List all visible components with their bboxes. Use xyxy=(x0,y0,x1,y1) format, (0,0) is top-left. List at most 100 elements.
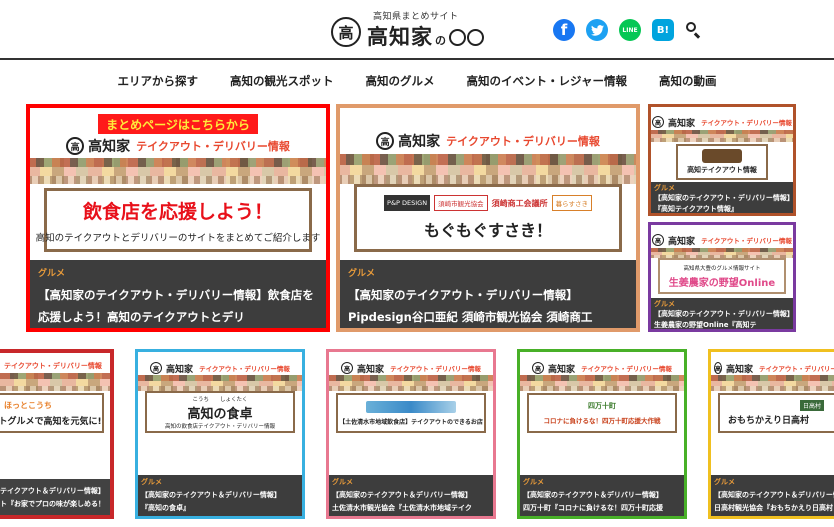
search-icon[interactable] xyxy=(685,21,703,39)
townscape-illustration xyxy=(26,158,330,184)
townscape-illustration xyxy=(336,154,640,184)
card-ruby: こうち しょくたく xyxy=(192,396,248,403)
susaki-kanko-logo: 須崎市観光協会 xyxy=(434,195,488,211)
card-title: 【高知家のテイクアウト＆デリバリー情報】 日高村観光協会『おもちかえり日高村 xyxy=(714,489,834,517)
bottom-card[interactable]: 高 高知家 テイクアウト・デリバリー情報 【土佐清水市地域飲食店】テイクアウトの… xyxy=(326,349,496,519)
category-label: グルメ xyxy=(654,184,675,192)
bottom-card[interactable]: テイクアウト・デリバリー情報 ほっとこうち トグルメで高知を元気に! テイクアウ… xyxy=(0,349,114,519)
bottom-card[interactable]: 高 高知家 テイクアウト・デリバリー情報 四万十町 コロナに負けるな！四万十町応… xyxy=(517,349,687,519)
pp-design-logo: P&P DESIGN xyxy=(384,195,431,211)
banner-brand: 高知家 xyxy=(398,134,441,150)
card-title: 【高知家のテイクアウト・デリバリー情報】生姜農家の野望Online『高知テ xyxy=(654,310,791,329)
line-icon[interactable]: LINE xyxy=(619,19,641,41)
card-banner: 高 高知家 テイクアウト・デリバリー情報 xyxy=(135,361,305,375)
hatena-bookmark-icon[interactable]: B! xyxy=(652,19,674,41)
social-links: f LINE B! xyxy=(553,18,703,42)
banner-tag: テイクアウト・デリバリー情報 xyxy=(136,140,290,153)
nav-item-sightseeing[interactable]: 高知の観光スポット xyxy=(214,73,350,89)
card-banner: 高 高知家 テイクアウト・デリバリー情報 xyxy=(648,232,796,248)
card-caption: グルメ 【高知家のテイクアウト＆デリバリー情報】 四万十町『コロナに負けるな！四… xyxy=(517,475,687,519)
card-caption: グルメ 【高知家のテイクアウト＆デリバリー情報】 土佐清水市観光協会『土佐清水市… xyxy=(326,475,496,519)
card-title: 【高知家のテイクアウト＆デリバリー情報】 『高知の食卓』 xyxy=(141,489,301,517)
logo-circles-icon xyxy=(449,26,485,51)
hidaka-logo: 日高村 xyxy=(799,400,824,411)
category-label: グルメ xyxy=(654,300,675,308)
card-title-line2: 『高知の食卓』 xyxy=(141,504,190,512)
banner-tag: テイクアウト・デリバリー情報 xyxy=(581,365,672,373)
banner-logo-icon: 高 xyxy=(66,137,85,155)
logo-no-text: の xyxy=(435,34,447,47)
hotkochi-logo: ほっとこうち xyxy=(4,400,52,410)
card-title-line1: 【高知家のテイクアウト＆デリバリー情報】 xyxy=(523,491,663,499)
category-label: グルメ xyxy=(714,478,735,486)
card-headline-box: 飲食店を応援しよう！ 高知のテイクアウトとデリバリーのサイトをまとめてご紹介しま… xyxy=(36,188,320,252)
card-title-line2: 土佐清水市観光協会『土佐清水市地域テイク xyxy=(332,504,472,512)
card-title-line2: 日高村観光協会『おもちかえり日高村 xyxy=(714,504,833,512)
banner-logo-icon: 高 xyxy=(714,362,723,374)
card-subline: 高知県大豊のグルメ情報サイト xyxy=(683,265,761,272)
card-headline: もぐもぐすさき！ xyxy=(423,221,552,240)
banner-logo-icon: 高 xyxy=(150,362,163,374)
banner-tag: テイクアウト・デリバリー情報 xyxy=(701,237,792,245)
card-caption: グルメ 【高知家のテイクアウト＆デリバリー情報】 『高知の食卓』 xyxy=(135,475,305,519)
category-label: グルメ xyxy=(332,478,353,486)
nav-item-videos[interactable]: 高知の動画 xyxy=(643,73,733,89)
card-headline-box: 高知県大豊のグルメ情報サイト 生姜農家の野望Online xyxy=(658,258,786,294)
facebook-icon[interactable]: f xyxy=(553,19,575,41)
shimanto-logo: 四万十町 xyxy=(588,402,616,410)
banner-logo-icon: 高 xyxy=(652,116,665,128)
side-card[interactable]: 高 高知家 テイクアウト・デリバリー情報 高知テイクアウト情報 グルメ 【高知家… xyxy=(648,104,796,216)
food-photo xyxy=(702,149,742,163)
banner-logo-icon: 高 xyxy=(376,132,395,150)
card-caption: グルメ 【高知家のテイクアウト・デリバリー情報】生姜農家の野望Online『高知… xyxy=(648,298,796,332)
card-headline: 【土佐清水市地域飲食店】テイクアウトのできるお店 xyxy=(339,418,483,426)
banner-brand: 高知家 xyxy=(548,364,576,375)
card-title-line1: 【高知家のテイクアウト＆デリバリー情報】 xyxy=(332,491,472,499)
card-banner: 高 高知家 テイクアウト・デリバリー情報 xyxy=(708,361,834,375)
banner-brand: 高知家 xyxy=(357,364,385,375)
logo-text: 高知家の xyxy=(367,21,485,51)
card-title-line2: 四万十町『コロナに負けるな！四万十町応援 xyxy=(523,504,663,512)
card-subline: 高知のテイクアウトとデリバリーのサイトをまとめてご紹介します xyxy=(35,232,321,244)
card-headline: おもちかえり日高村 xyxy=(728,416,810,426)
nav-item-events[interactable]: 高知のイベント・レジャー情報 xyxy=(451,73,643,89)
category-label: グルメ xyxy=(141,478,162,486)
card-banner: 高 高知家 テイクアウト・デリバリー情報 xyxy=(517,361,687,375)
twitter-icon[interactable] xyxy=(586,19,608,41)
townscape-illustration xyxy=(648,130,796,142)
card-headline: 高知テイクアウト情報 xyxy=(687,166,757,174)
banner-brand: 高知家 xyxy=(668,118,696,129)
bottom-card[interactable]: 高 高知家 テイクアウト・デリバリー情報 日高村 おもちかえり日高村 グルメ 【… xyxy=(708,349,834,519)
category-label: グルメ xyxy=(348,269,376,279)
bottom-card[interactable]: 高 高知家 テイクアウト・デリバリー情報 こうち しょくたく 高知の食卓 高知の… xyxy=(135,349,305,519)
banner-logo-icon: 高 xyxy=(652,234,665,246)
coast-photo xyxy=(366,400,456,413)
card-headline-box: P&P DESIGN 須崎市観光協会 須崎商工会議所 暮らすさき もぐもぐすさき… xyxy=(354,184,622,252)
card-title-line1: テイクアウト＆デリバリー情報】 xyxy=(0,487,105,495)
card-title: 【高知家のテイクアウト・デリバリー情報】Pipdesign谷口亜紀 須崎市観光協… xyxy=(348,288,593,324)
card-headline-box: 高知テイクアウト情報 xyxy=(676,144,768,180)
nav-item-gourmet[interactable]: 高知のグルメ xyxy=(350,73,451,89)
card-caption: グルメ 【高知家のテイクアウト・デリバリー情報】Pipdesign谷口亜紀 須崎… xyxy=(336,260,640,332)
card-banner: 高 高知家 テイクアウト・デリバリー情報 xyxy=(336,128,640,154)
card-title: 【高知家のテイクアウト＆デリバリー情報】 土佐清水市観光協会『土佐清水市地域テイ… xyxy=(332,489,492,517)
banner-tag: テイクアウト・デリバリー情報 xyxy=(390,365,481,373)
banner-brand: 高知家 xyxy=(726,364,754,375)
featured-card[interactable]: まとめページはこちらから 高 高知家 テイクアウト・デリバリー情報 飲食店を応援… xyxy=(26,104,330,332)
category-label: グルメ xyxy=(38,269,66,279)
card-caption: テイクアウト＆デリバリー情報】 ト『お家でプロの味が楽しめる！ xyxy=(0,479,114,519)
banner-tag: テイクアウト・デリバリー情報 xyxy=(199,365,290,373)
site-header: 高知県まとめサイト 高 高知家の f LINE B! xyxy=(0,0,834,60)
card-title: 【高知家のテイクアウト・デリバリー情報】飲食店を応援しよう！高知のテイクアウトと… xyxy=(38,288,314,324)
side-card[interactable]: 高 高知家 テイクアウト・デリバリー情報 高知県大豊のグルメ情報サイト 生姜農家… xyxy=(648,222,796,332)
card-caption: グルメ 【高知家のテイクアウト・デリバリー情報】飲食店を応援しよう！高知のテイク… xyxy=(26,260,330,332)
card-headline-box: こうち しょくたく 高知の食卓 高知の飲食店テイクアウト・デリバリー情報 xyxy=(145,391,295,433)
nav-item-area[interactable]: エリアから探す xyxy=(102,73,215,89)
site-logo[interactable]: 高知県まとめサイト 高 高知家の xyxy=(331,8,491,52)
category-label: グルメ xyxy=(523,478,544,486)
banner-brand: 高知家 xyxy=(166,364,194,375)
featured-card[interactable]: 高 高知家 テイクアウト・デリバリー情報 P&P DESIGN 須崎市観光協会 … xyxy=(336,104,640,332)
card-headline: トグルメで高知を元気に! xyxy=(0,416,102,427)
townscape-illustration xyxy=(326,375,496,391)
card-banner: 高 高知家 テイクアウト・デリバリー情報 xyxy=(326,361,496,375)
